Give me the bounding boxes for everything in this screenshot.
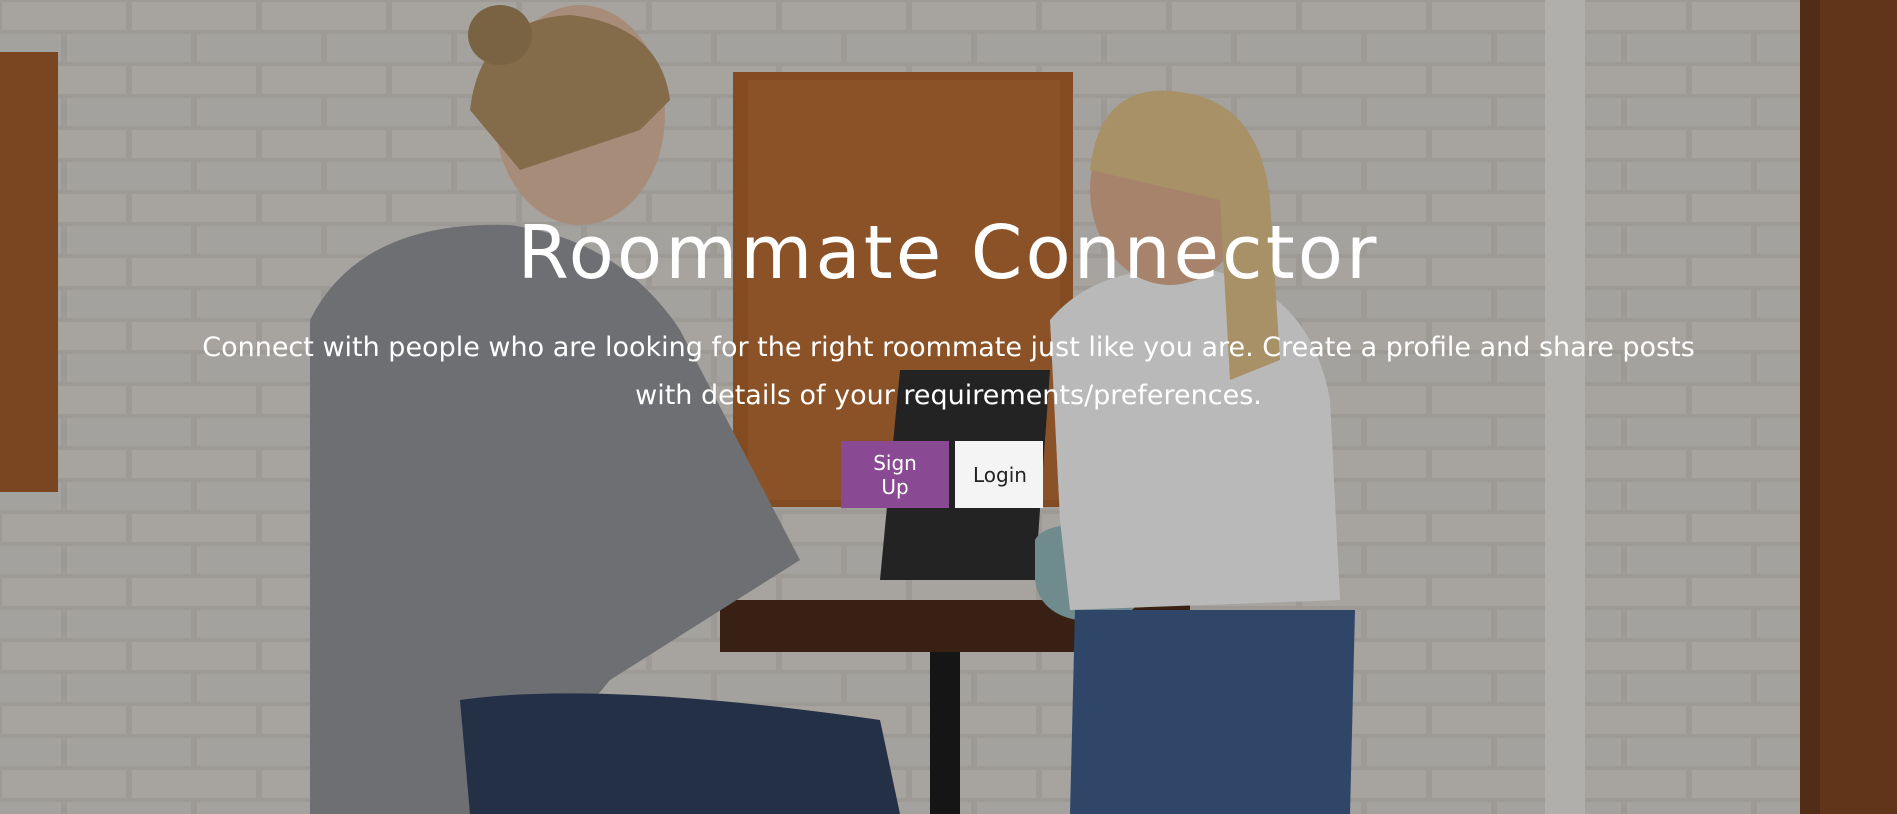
hero-section: Roommate Connector Connect with people w… [0, 0, 1897, 814]
hero-actions: Sign Up Login [841, 441, 1043, 508]
signup-button[interactable]: Sign Up [841, 441, 949, 508]
hero-description: Connect with people who are looking for … [202, 332, 1695, 411]
page-title: Roommate Connector [517, 210, 1380, 296]
hero-content: Roommate Connector Connect with people w… [0, 0, 1897, 814]
login-button[interactable]: Login [955, 441, 1043, 508]
